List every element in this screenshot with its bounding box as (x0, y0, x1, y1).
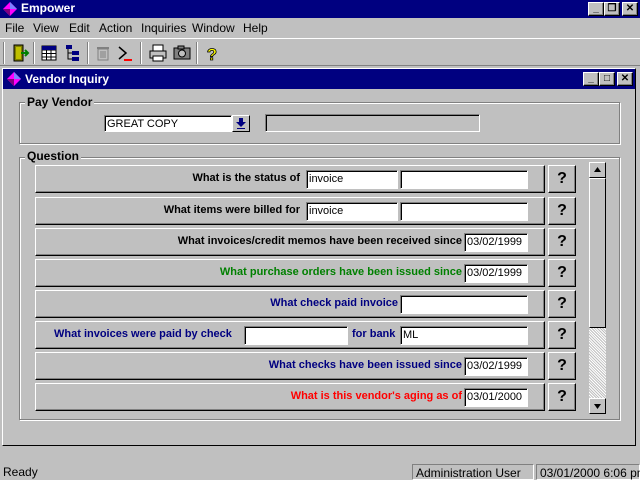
menu-bar: File View Edit Action Inquiries Window H… (0, 18, 640, 38)
status-value-input[interactable] (400, 170, 528, 189)
question-row-purchase-orders[interactable]: What purchase orders have been issued si… (35, 259, 545, 287)
help-button[interactable]: ? (548, 321, 576, 349)
restore-button[interactable]: ❐ (604, 2, 620, 16)
menu-file[interactable]: File (5, 21, 24, 35)
pay-vendor-label: Pay Vendor (25, 95, 95, 109)
menu-view[interactable]: View (33, 21, 59, 35)
arrow-down-icon (594, 404, 601, 409)
question-label: What items were billed for (163, 204, 300, 216)
toolbar-grip (3, 42, 5, 64)
check-number-input[interactable] (244, 326, 348, 345)
question-label: What invoices were paid by check (54, 328, 232, 340)
help-icon[interactable]: ? (201, 42, 223, 64)
help-button[interactable]: ? (548, 383, 576, 411)
question-row-aging[interactable]: What is this vendor's aging as of 03/01/… (35, 383, 545, 411)
toolbar-separator (140, 42, 142, 64)
close-button[interactable]: ✕ (622, 2, 638, 16)
camera-icon[interactable] (171, 42, 193, 64)
toolbar-separator (196, 42, 198, 64)
minimize-button[interactable]: _ (588, 2, 604, 16)
help-button[interactable]: ? (548, 290, 576, 318)
question-row-check-paid[interactable]: What check paid invoice (35, 290, 545, 318)
help-button[interactable]: ? (548, 165, 576, 193)
question-row-paid-by-check[interactable]: What invoices were paid by check for ban… (35, 321, 545, 349)
empower-logo-icon (3, 2, 17, 16)
vendor-dropdown-button[interactable] (232, 115, 250, 132)
toolbar-separator (87, 42, 89, 64)
window-minimize-button[interactable]: _ (583, 72, 599, 86)
for-bank-label: for bank (352, 328, 396, 340)
help-button[interactable]: ? (548, 228, 576, 256)
bank-input[interactable]: ML (400, 326, 528, 345)
window-title-bar: Vendor Inquiry _ □ ✕ (3, 69, 635, 89)
chevron-down-icon (236, 118, 246, 129)
vendor-select[interactable]: GREAT COPY (104, 115, 232, 132)
help-button[interactable]: ? (548, 197, 576, 225)
scroll-thumb[interactable] (589, 178, 606, 328)
tree-icon[interactable] (62, 42, 84, 64)
menu-action[interactable]: Action (99, 21, 132, 35)
menu-inquiries[interactable]: Inquiries (141, 21, 186, 35)
status-datetime: 03/01/2000 6:06 pm (536, 464, 640, 480)
sort-icon[interactable] (114, 42, 136, 64)
question-label: What invoices/credit memos have been rec… (177, 235, 462, 247)
window-close-button[interactable]: ✕ (617, 72, 633, 86)
status-user: Administration User (412, 464, 534, 480)
question-row-invoices-received[interactable]: What invoices/credit memos have been rec… (35, 228, 545, 256)
question-label: What is the status of (192, 172, 300, 184)
question-label: Question (25, 149, 82, 163)
help-button[interactable]: ? (548, 259, 576, 287)
question-row-items-billed[interactable]: What items were billed for invoice (35, 197, 545, 225)
billed-type-input[interactable]: invoice (306, 202, 398, 221)
checks-since-date-input[interactable]: 03/02/1999 (464, 357, 528, 376)
po-since-date-input[interactable]: 03/02/1999 (464, 264, 528, 283)
menu-help[interactable]: Help (243, 21, 268, 35)
status-text: Ready (3, 465, 38, 479)
question-row-checks-issued[interactable]: What checks have been issued since 03/02… (35, 352, 545, 380)
arrow-up-icon (594, 167, 601, 172)
vertical-scrollbar[interactable] (589, 162, 606, 414)
exit-icon[interactable] (9, 42, 31, 64)
received-since-date-input[interactable]: 03/02/1999 (464, 233, 528, 252)
help-button[interactable]: ? (548, 352, 576, 380)
menu-edit[interactable]: Edit (69, 21, 90, 35)
window-logo-icon (7, 72, 21, 86)
status-bar: Ready Administration User 03/01/2000 6:0… (0, 462, 640, 480)
question-label: What purchase orders have been issued si… (219, 266, 462, 278)
toolbar-separator (33, 42, 35, 64)
status-type-input[interactable]: invoice (306, 170, 398, 189)
app-title: Empower (21, 1, 76, 15)
question-row-status[interactable]: What is the status of invoice (35, 165, 545, 193)
window-title: Vendor Inquiry (25, 72, 110, 86)
check-paid-invoice-input[interactable] (400, 295, 528, 314)
scroll-up-button[interactable] (589, 162, 606, 178)
question-label: What check paid invoice (270, 297, 398, 309)
billed-value-input[interactable] (400, 202, 528, 221)
trash-icon[interactable] (92, 42, 114, 64)
question-label: What is this vendor's aging as of (290, 390, 462, 402)
aging-as-of-date-input[interactable]: 03/01/2000 (464, 388, 528, 407)
svg-text:?: ? (207, 45, 217, 64)
toolbar: ? (0, 38, 640, 66)
question-label: What checks have been issued since (268, 359, 462, 371)
menu-window[interactable]: Window (192, 21, 235, 35)
app-title-bar: Empower _ ❐ ✕ (0, 0, 640, 18)
grid-icon[interactable] (38, 42, 60, 64)
print-icon[interactable] (147, 42, 169, 64)
scroll-down-button[interactable] (589, 398, 606, 414)
window-maximize-button[interactable]: □ (599, 72, 615, 86)
vendor-name-field (265, 114, 480, 132)
